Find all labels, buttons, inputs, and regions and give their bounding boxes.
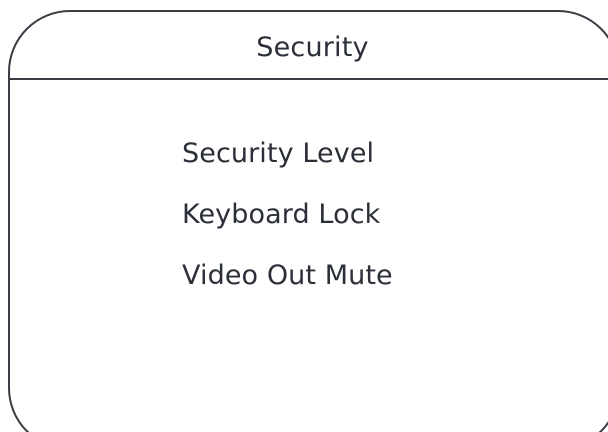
menu-title: Security xyxy=(256,31,369,63)
menu-item-keyboard-lock[interactable]: Keyboard Lock xyxy=(182,201,393,228)
menu-list: Security Level Keyboard Lock Video Out M… xyxy=(182,140,393,323)
menu-header: Security xyxy=(10,12,608,80)
security-menu-panel: Security Security Level Keyboard Lock Vi… xyxy=(8,10,608,432)
menu-item-security-level[interactable]: Security Level xyxy=(182,140,393,167)
menu-item-video-out-mute[interactable]: Video Out Mute xyxy=(182,262,393,289)
